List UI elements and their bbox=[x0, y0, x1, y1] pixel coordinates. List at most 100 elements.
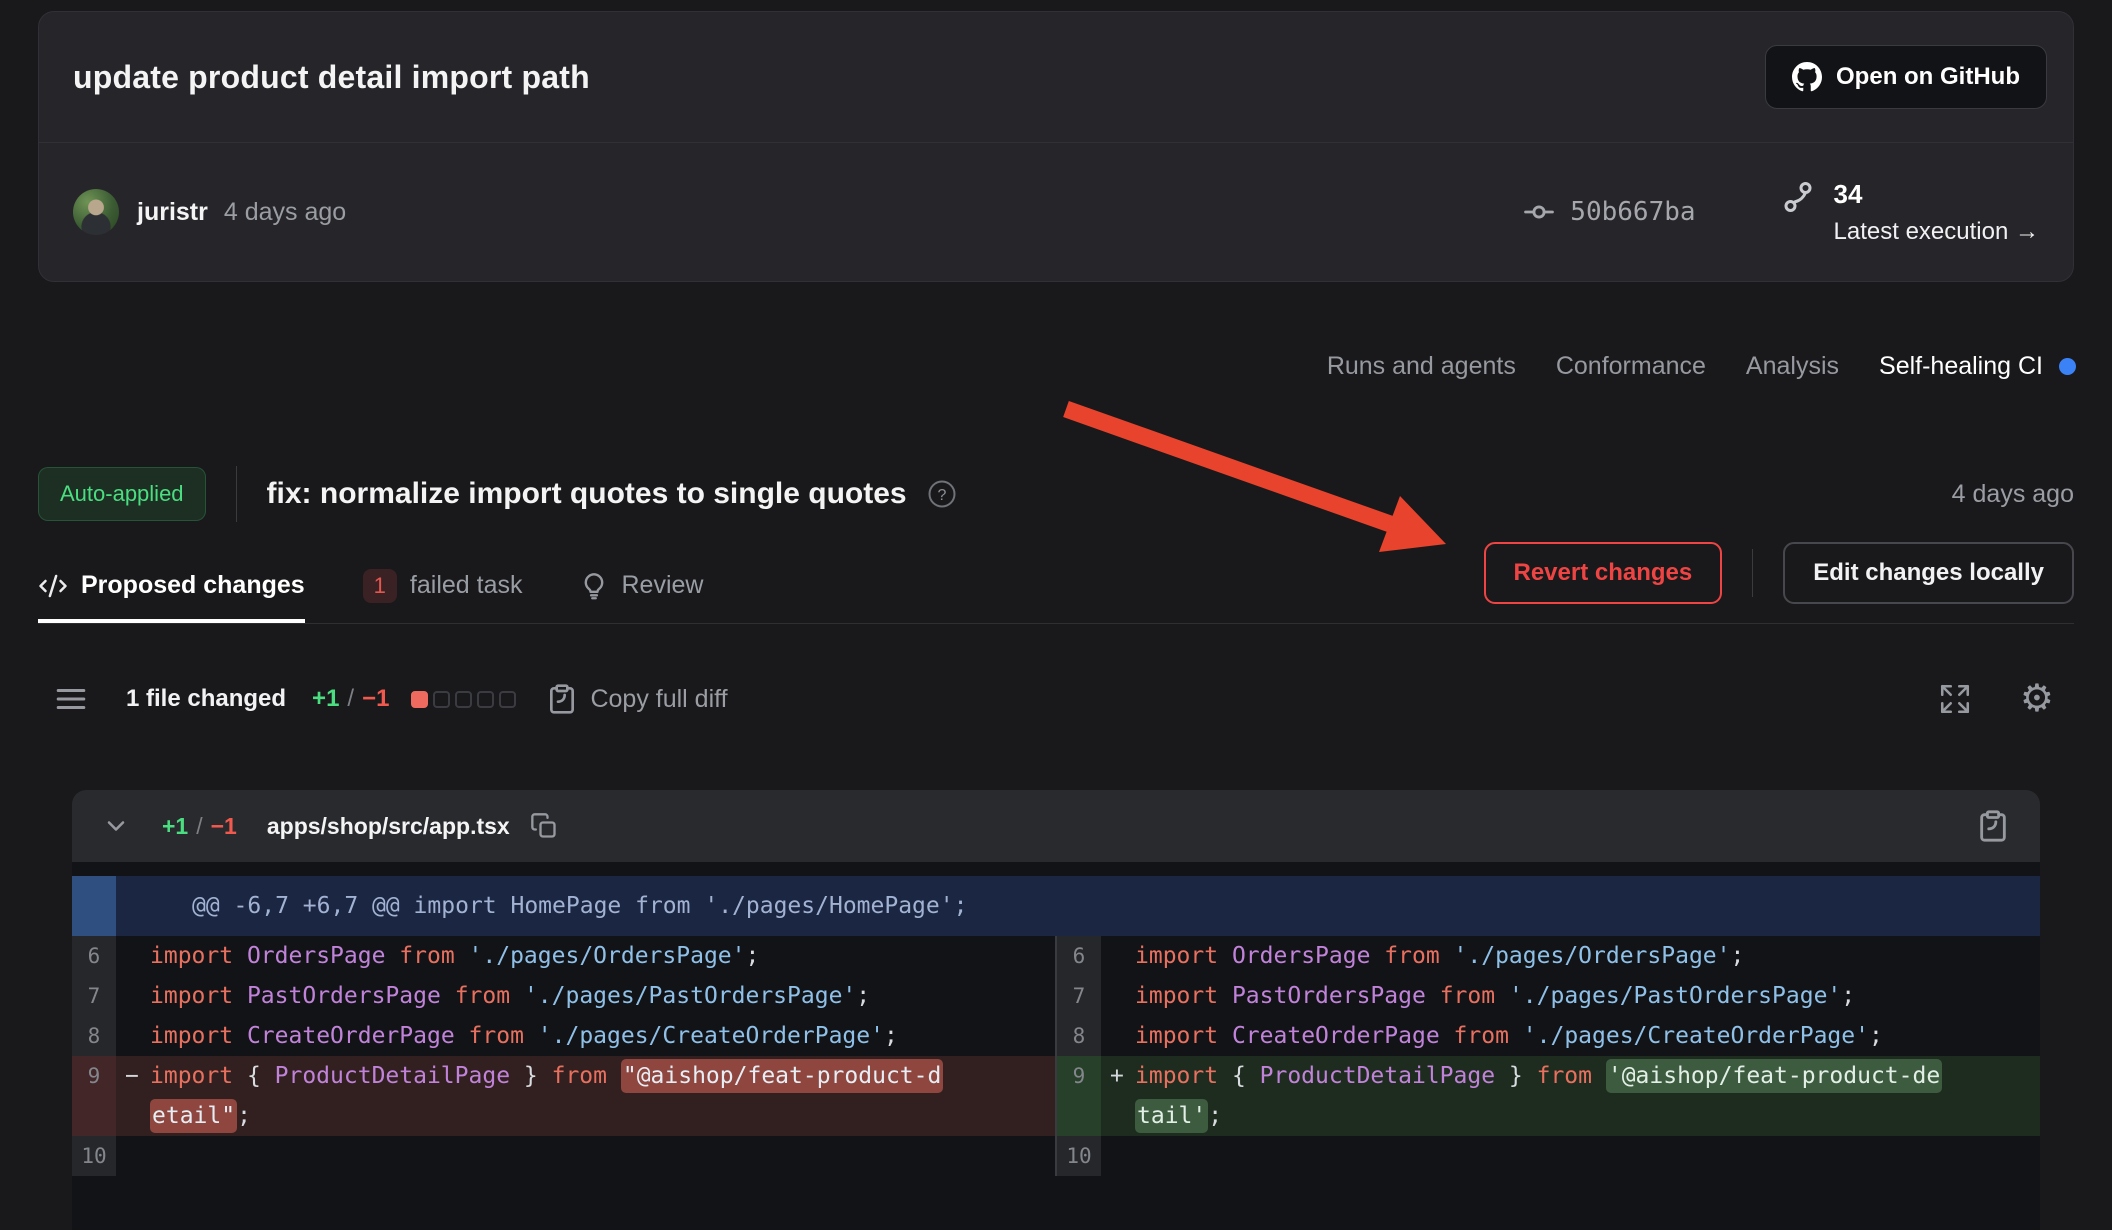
diffstat-summary: +1 / −1 bbox=[312, 685, 389, 713]
divider bbox=[1752, 549, 1753, 597]
copy-full-diff-button[interactable]: Copy full diff bbox=[546, 683, 727, 715]
line-number: 9 bbox=[72, 1056, 116, 1136]
diff-row-old-10: 10 bbox=[72, 1136, 1055, 1176]
svg-text:?: ? bbox=[937, 487, 946, 504]
commit-card: update product detail import path Open o… bbox=[38, 11, 2074, 282]
code-line: tail'; bbox=[1135, 1096, 2030, 1136]
line-number: 10 bbox=[72, 1136, 116, 1176]
code-line: import PastOrdersPage from './pages/Past… bbox=[1135, 976, 2030, 1016]
line-number: 7 bbox=[1057, 976, 1101, 1016]
gear-icon[interactable]: ⚙ bbox=[2020, 680, 2054, 718]
deletions-count: −1 bbox=[362, 685, 389, 713]
nav-analysis[interactable]: Analysis bbox=[1746, 352, 1839, 381]
line-number: 6 bbox=[1057, 936, 1101, 976]
diff-panel-new: 6 import OrdersPage from './pages/OrdersP… bbox=[1057, 936, 2040, 1176]
execution-number: 34 bbox=[1834, 179, 2039, 210]
section-nav: Runs and agents Conformance Analysis Sel… bbox=[1327, 352, 2076, 381]
fix-tabs: Proposed changes 1 failed task Review Re… bbox=[38, 548, 2074, 624]
revert-changes-button[interactable]: Revert changes bbox=[1484, 542, 1723, 604]
edit-changes-locally-button[interactable]: Edit changes locally bbox=[1783, 542, 2074, 604]
line-number: 10 bbox=[1057, 1136, 1101, 1176]
file-diffstat: +1 / −1 bbox=[162, 813, 237, 840]
chevron-down-icon[interactable] bbox=[102, 812, 130, 840]
diff-panel-old: 6 import OrdersPage from './pages/OrdersP… bbox=[72, 936, 1055, 1176]
latest-execution-link[interactable]: Latest execution → bbox=[1834, 218, 2039, 246]
copy-path-icon[interactable] bbox=[530, 812, 558, 840]
auto-applied-badge: Auto-applied bbox=[38, 467, 206, 521]
files-changed-label: 1 file changed bbox=[126, 685, 286, 713]
code-line: import OrdersPage from './pages/OrdersPa… bbox=[150, 936, 1045, 976]
hunk-gutter-block bbox=[72, 876, 116, 936]
diff-row-new-10: 10 bbox=[1057, 1136, 2040, 1176]
open-on-github-button[interactable]: Open on GitHub bbox=[1765, 45, 2047, 109]
code-line: import CreateOrderPage from './pages/Cre… bbox=[1135, 1016, 2030, 1056]
fix-title: fix: normalize import quotes to single q… bbox=[267, 477, 907, 511]
nav-self-healing-ci[interactable]: Self-healing CI bbox=[1879, 352, 2076, 381]
nav-conformance[interactable]: Conformance bbox=[1556, 352, 1706, 381]
clipboard-icon bbox=[546, 683, 578, 715]
code-icon bbox=[38, 571, 68, 601]
github-icon bbox=[1792, 62, 1822, 92]
divider bbox=[236, 466, 237, 522]
diff-marker: − bbox=[125, 1056, 139, 1096]
diff-marker: + bbox=[1110, 1056, 1124, 1096]
git-branch-icon bbox=[1780, 179, 1816, 215]
hunk-header-text: @@ -6,7 +6,7 @@ import HomePage from './… bbox=[116, 876, 967, 936]
tab-failed-task[interactable]: 1 failed task bbox=[363, 548, 523, 623]
diff-row-new-7: 7 import PastOrdersPage from './pages/Pas… bbox=[1057, 976, 2040, 1016]
code-line: etail"; bbox=[150, 1096, 1045, 1136]
diff-block-filled bbox=[411, 691, 428, 708]
line-number: 6 bbox=[72, 936, 116, 976]
tab-review[interactable]: Review bbox=[580, 548, 703, 623]
expand-icon[interactable] bbox=[1938, 682, 1972, 716]
page-title: update product detail import path bbox=[73, 59, 590, 96]
help-icon[interactable]: ? bbox=[927, 479, 957, 509]
diff-row-new-9: 9+ import { ProductDetailPage } from '@ai… bbox=[1057, 1056, 2040, 1136]
diff-block bbox=[455, 691, 472, 708]
code-line: import CreateOrderPage from './pages/Cre… bbox=[150, 1016, 1045, 1056]
diff-block bbox=[433, 691, 450, 708]
line-number: 8 bbox=[72, 1016, 116, 1056]
fix-age: 4 days ago bbox=[1952, 480, 2074, 509]
diff-row-old-8: 8 import CreateOrderPage from './pages/Cr… bbox=[72, 1016, 1055, 1056]
fix-actions: Revert changes Edit changes locally bbox=[1484, 542, 2075, 604]
diff-file-header: +1 / −1 apps/shop/src/app.tsx bbox=[72, 790, 2040, 862]
line-number: 9 bbox=[1057, 1056, 1101, 1136]
diff-block bbox=[499, 691, 516, 708]
copy-file-diff-icon[interactable] bbox=[1976, 809, 2010, 843]
line-number: 8 bbox=[1057, 1016, 1101, 1056]
code-line: import { ProductDetailPage } from "@aish… bbox=[150, 1056, 1045, 1096]
commit-author: juristr bbox=[137, 198, 208, 227]
active-nav-dot bbox=[2059, 358, 2076, 375]
file-path: apps/shop/src/app.tsx bbox=[267, 813, 510, 840]
line-number: 7 bbox=[72, 976, 116, 1016]
hunk-header-row: @@ -6,7 +6,7 @@ import HomePage from './… bbox=[72, 876, 2040, 936]
code-line: import PastOrdersPage from './pages/Past… bbox=[150, 976, 1045, 1016]
diffstat-blocks bbox=[411, 691, 516, 708]
diff-row-old-7: 7 import PastOrdersPage from './pages/Pas… bbox=[72, 976, 1055, 1016]
open-on-github-label: Open on GitHub bbox=[1836, 63, 2020, 91]
self-healing-ci-page: { "header": { "title": "update product d… bbox=[0, 0, 2112, 1172]
latest-execution-group: 34 Latest execution → bbox=[1780, 179, 2039, 246]
commit-meta-row: juristr 4 days ago 50b667ba 34 Latest ex… bbox=[39, 143, 2073, 281]
tab-proposed-changes[interactable]: Proposed changes bbox=[38, 548, 305, 623]
commit-sha-link[interactable]: 50b667ba bbox=[1522, 195, 1695, 229]
diff-card: +1 / −1 apps/shop/src/app.tsx @@ -6,7 +6… bbox=[72, 790, 2040, 1230]
spacer bbox=[72, 862, 2040, 876]
commit-age: 4 days ago bbox=[224, 198, 346, 227]
code-line: import { ProductDetailPage } from '@aish… bbox=[1135, 1056, 2030, 1096]
diff-row-new-8: 8 import CreateOrderPage from './pages/Cr… bbox=[1057, 1016, 2040, 1056]
additions-count: +1 bbox=[312, 685, 339, 713]
code-line bbox=[150, 1136, 1045, 1176]
diff-panels: 6 import OrdersPage from './pages/OrdersP… bbox=[72, 936, 2040, 1176]
diff-block bbox=[477, 691, 494, 708]
commit-sha: 50b667ba bbox=[1570, 197, 1695, 227]
fix-header-row: Auto-applied fix: normalize import quote… bbox=[38, 452, 2074, 536]
failed-count-badge: 1 bbox=[363, 569, 397, 603]
commit-card-header: update product detail import path Open o… bbox=[39, 12, 2073, 142]
diff-row-new-6: 6 import OrdersPage from './pages/OrdersP… bbox=[1057, 936, 2040, 976]
code-line: import OrdersPage from './pages/OrdersPa… bbox=[1135, 936, 2030, 976]
file-list-menu-icon[interactable] bbox=[54, 682, 88, 716]
nav-runs-and-agents[interactable]: Runs and agents bbox=[1327, 352, 1516, 381]
diff-row-old-6: 6 import OrdersPage from './pages/OrdersP… bbox=[72, 936, 1055, 976]
